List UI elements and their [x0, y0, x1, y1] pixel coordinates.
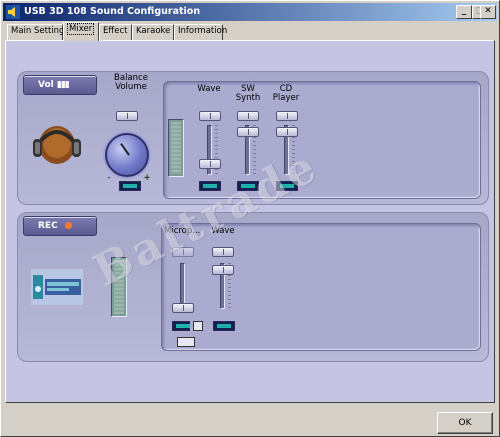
master-mute-toggle[interactable] — [119, 181, 141, 191]
channel-label-microphone: Microp... — [164, 226, 201, 236]
sw-synth-balance-thumb[interactable] — [237, 111, 259, 121]
close-button[interactable]: ✕ — [480, 5, 496, 19]
microphone-slider-thumb[interactable] — [172, 303, 194, 313]
knob-max-label: + — [143, 173, 151, 183]
channel-label-wave: Wave — [197, 84, 221, 94]
channel-label-sw-synth: SW Synth — [235, 84, 261, 103]
title-bar[interactable]: USB 3D 108 Sound Configuration _ □ ✕ — [3, 3, 497, 21]
audio-logo-icon — [31, 269, 83, 305]
cd-player-slider-thumb[interactable] — [276, 127, 298, 137]
window-title: USB 3D 108 Sound Configuration — [24, 6, 201, 17]
balance-slider-thumb[interactable] — [116, 111, 138, 121]
microphone-select-icon[interactable] — [177, 337, 195, 347]
rec-header: REC — [23, 216, 97, 236]
rec-channel-label-wave: Wave — [211, 226, 235, 236]
microphone-settings-icon[interactable] — [193, 321, 203, 331]
tab-mixer[interactable]: Mixer — [63, 22, 99, 41]
minimize-button[interactable]: _ — [456, 5, 472, 19]
cd-player-balance-thumb[interactable] — [276, 111, 298, 121]
tab-information[interactable]: Information — [174, 24, 227, 40]
rec-wave-balance-thumb[interactable] — [212, 247, 234, 257]
rec-wave-slider-thumb[interactable] — [212, 265, 234, 275]
balance-volume-label: Balance Volume — [114, 73, 148, 92]
rec-wave-select-toggle[interactable] — [213, 321, 235, 331]
record-level-meter — [111, 257, 127, 317]
wave-mute-toggle[interactable] — [199, 181, 221, 191]
sw-synth-mute-toggle[interactable] — [237, 181, 259, 191]
volume-knob[interactable] — [105, 133, 149, 177]
vol-header: Vol ▮▮▮ — [23, 75, 97, 95]
master-level-meter — [168, 119, 184, 177]
tab-karaoke[interactable]: Karaoke — [132, 24, 174, 40]
record-indicator-icon — [64, 222, 72, 229]
app-window: USB 3D 108 Sound Configuration _ □ ✕ Mai… — [0, 0, 500, 437]
knob-min-label: - — [107, 173, 111, 183]
tab-effect[interactable]: Effect — [99, 24, 132, 40]
sw-synth-slider-thumb[interactable] — [237, 127, 259, 137]
speaker-app-icon — [6, 5, 20, 19]
wave-slider-thumb[interactable] — [199, 159, 221, 169]
record-channels-panel — [161, 223, 481, 351]
wave-balance-thumb[interactable] — [199, 111, 221, 121]
microphone-mute-toggle[interactable] — [172, 321, 190, 331]
cd-player-mute-toggle[interactable] — [276, 181, 298, 191]
close-icon: ✕ — [484, 6, 492, 16]
tab-main-setting[interactable]: Main Setting — [7, 24, 64, 40]
microphone-balance-thumb[interactable] — [172, 247, 194, 257]
volume-bars-icon: ▮▮▮ — [56, 80, 70, 90]
ok-button[interactable]: OK — [437, 412, 493, 434]
channel-label-cd-player: CD Player — [272, 84, 300, 103]
headphones-icon — [33, 126, 81, 164]
